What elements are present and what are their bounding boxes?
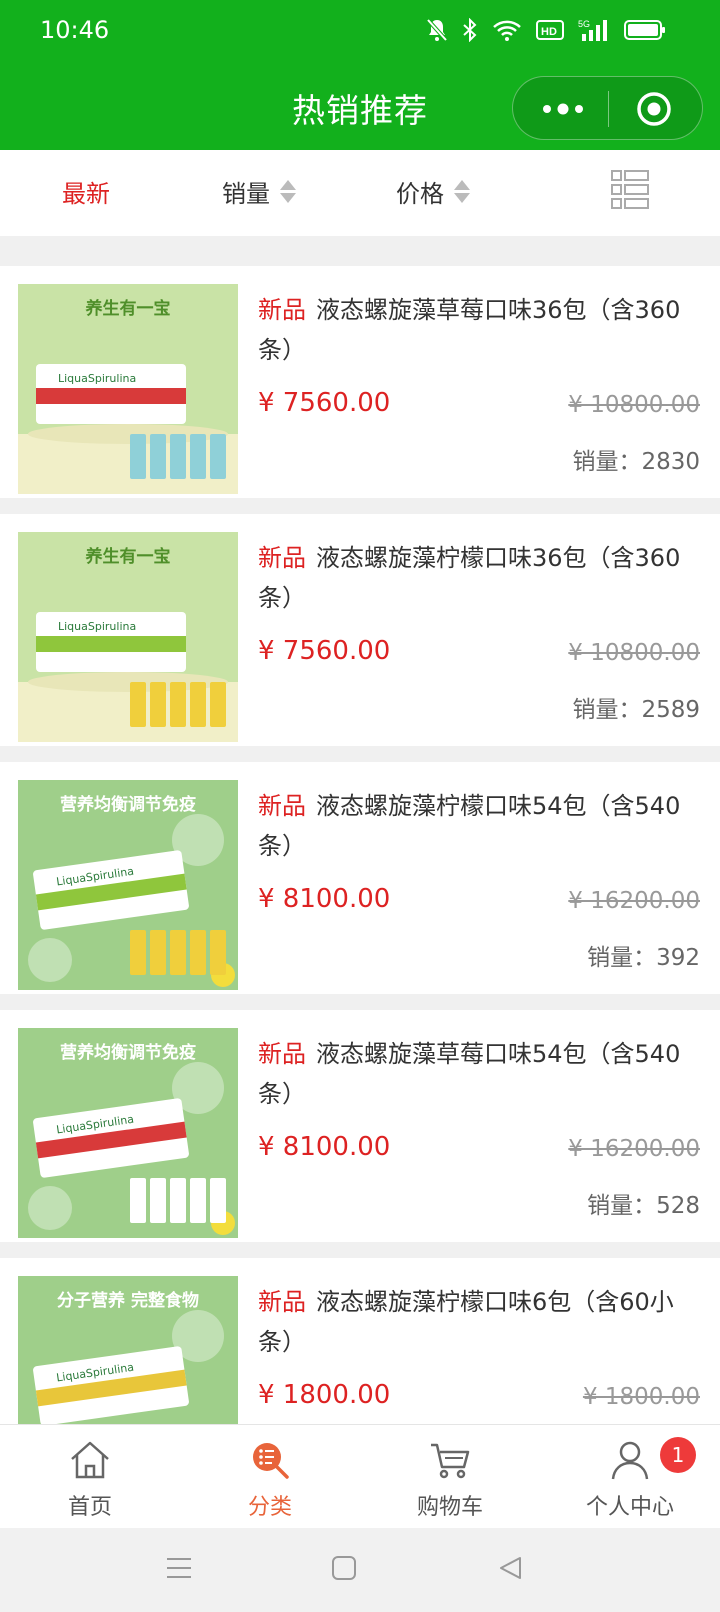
app-screen: 10:46 HD 5G 热销推荐 最新 销量 价格 养生有一宝 LiquaSpi… (0, 0, 720, 1612)
cart-icon (431, 1443, 470, 1479)
new-tag: 新品 (258, 1288, 306, 1316)
svg-text:营养均衡调节免疫: 营养均衡调节免疫 (60, 794, 196, 815)
capsule-divider (608, 91, 609, 127)
sort-price[interactable]: 价格 (396, 174, 470, 209)
sort-bar: 最新 销量 价格 (0, 150, 720, 236)
status-bar: 10:46 HD 5G (0, 0, 720, 66)
svg-text:分子营养 完整食物: 分子营养 完整食物 (57, 1290, 199, 1311)
product-price: ¥ 7560.00 (258, 636, 391, 666)
svg-text:5G: 5G (578, 19, 590, 29)
svg-text:养生有一宝: 养生有一宝 (85, 298, 171, 319)
product-name: 新品 液态螺旋藻柠檬口味36包（含360条） (258, 544, 681, 612)
new-tag: 新品 (258, 1040, 306, 1068)
sales-count: 销量：528 (587, 1193, 700, 1219)
product-artwork: 营养均衡调节免疫LiquaSpirulina (18, 780, 238, 990)
product-card[interactable]: 营养均衡调节免疫 LiquaSpirulina 新品 液态螺旋藻柠檬口味54包（含5… (0, 762, 720, 994)
svg-text:HD: HD (541, 26, 557, 38)
home-icon (71, 1441, 109, 1479)
product-name: 新品 液态螺旋藻草莓口味36包（含360条） (258, 296, 681, 364)
new-tag: 新品 (258, 792, 306, 820)
svg-text:营养均衡调节免疫: 营养均衡调节免疫 (60, 1042, 196, 1063)
close-target-icon[interactable] (636, 91, 672, 127)
original-price: ¥ 10800.00 (568, 640, 700, 666)
product-name: 新品 液态螺旋藻草莓口味54包（含540条） (258, 1040, 681, 1108)
original-price: ¥ 10800.00 (568, 392, 700, 418)
product-name: 新品 液态螺旋藻柠檬口味6包（含60小条） (258, 1288, 674, 1356)
svg-text:LiquaSpirulina: LiquaSpirulina (58, 372, 136, 385)
tab-cart-label: 购物车 (416, 1495, 483, 1520)
sort-newest-label: 最新 (62, 180, 110, 208)
more-icon[interactable] (537, 95, 589, 123)
battery-icon (624, 20, 665, 40)
mini-program-capsule (512, 76, 703, 140)
product-artwork: 养生有一宝 LiquaSpirulina (18, 532, 238, 742)
bottom-tab-bar: 首页 分类 购物车 1 个人中心 (0, 1424, 720, 1528)
tab-home-label: 首页 (67, 1495, 112, 1520)
sort-sales[interactable]: 销量 (222, 174, 296, 209)
product-card[interactable]: 养生有一宝 LiquaSpirulina 新品 液态螺旋藻柠檬口味36包（含360条… (0, 514, 720, 746)
sort-arrows-icon (280, 180, 296, 203)
product-image[interactable]: 营养均衡调节免疫 LiquaSpirulina (18, 1028, 238, 1238)
product-price: ¥ 8100.00 (258, 884, 391, 914)
sort-price-label: 价格 (396, 180, 444, 208)
product-image[interactable]: 营养均衡调节免疫 LiquaSpirulina (18, 780, 238, 990)
list-view-icon[interactable] (610, 168, 650, 210)
product-price: ¥ 7560.00 (258, 388, 391, 418)
wifi-icon (493, 20, 521, 41)
hd-icon: HD (536, 20, 564, 40)
svg-text:养生有一宝: 养生有一宝 (85, 546, 171, 567)
product-image[interactable]: 养生有一宝 LiquaSpirulina (18, 532, 238, 742)
tab-profile-label: 个人中心 (585, 1495, 674, 1520)
original-price: ¥ 16200.00 (568, 888, 700, 914)
product-card[interactable]: 养生有一宝 LiquaSpirulina 新品 液态螺旋藻草莓口味36包（含360条… (0, 266, 720, 498)
svg-text:LiquaSpirulina: LiquaSpirulina (58, 620, 136, 633)
product-image[interactable]: 养生有一宝 LiquaSpirulina (18, 284, 238, 494)
system-nav-bar (0, 1528, 720, 1612)
category-search-icon (253, 1443, 289, 1479)
tab-cart[interactable]: 购物车 (360, 1425, 540, 1529)
menu-nav-icon[interactable] (166, 1556, 192, 1580)
status-icons: HD 5G (426, 18, 666, 42)
status-time: 10:46 (40, 16, 110, 44)
product-price: ¥ 1800.00 (258, 1380, 391, 1410)
product-artwork: 养生有一宝 LiquaSpirulina (18, 284, 238, 494)
back-nav-icon[interactable] (498, 1556, 522, 1580)
product-card[interactable]: 营养均衡调节免疫 LiquaSpirulina 新品 液态螺旋藻草莓口味54包（含5… (0, 1010, 720, 1242)
product-name: 新品 液态螺旋藻柠檬口味54包（含540条） (258, 792, 681, 860)
sales-count: 销量：392 (587, 945, 700, 971)
sort-arrows-icon (454, 180, 470, 203)
tab-category-label: 分类 (247, 1495, 292, 1520)
tab-home[interactable]: 首页 (0, 1425, 180, 1529)
product-price: ¥ 8100.00 (258, 1132, 391, 1162)
mute-bell-icon (426, 18, 448, 42)
tab-profile[interactable]: 1 个人中心 (540, 1425, 720, 1529)
product-artwork: 营养均衡调节免疫LiquaSpirulina (18, 1028, 238, 1238)
signal-5g-icon: 5G (578, 19, 607, 41)
sales-count: 销量：2830 (572, 449, 700, 475)
sort-newest[interactable]: 最新 (62, 174, 110, 209)
original-price: ¥ 1800.00 (582, 1384, 700, 1410)
sort-sales-label: 销量 (222, 180, 270, 208)
original-price: ¥ 16200.00 (568, 1136, 700, 1162)
new-tag: 新品 (258, 296, 306, 324)
home-nav-icon[interactable] (332, 1556, 356, 1580)
user-icon (611, 1441, 649, 1480)
header: 10:46 HD 5G 热销推荐 (0, 0, 720, 150)
notification-badge: 1 (660, 1437, 696, 1473)
bluetooth-icon (463, 18, 477, 42)
tab-category[interactable]: 分类 (180, 1425, 360, 1529)
sales-count: 销量：2589 (572, 697, 700, 723)
new-tag: 新品 (258, 544, 306, 572)
